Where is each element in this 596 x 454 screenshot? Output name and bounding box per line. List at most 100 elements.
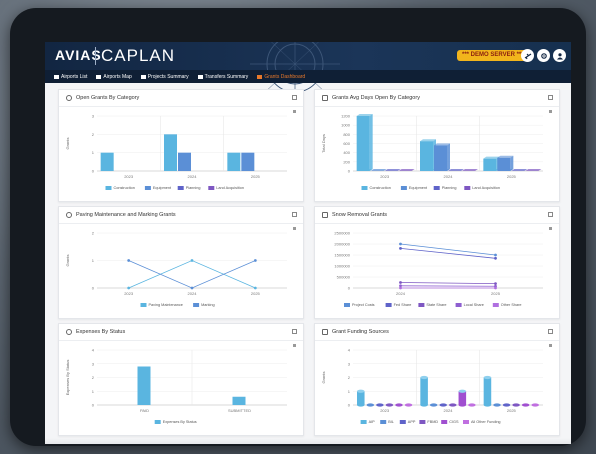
nav-grants-dashboard[interactable]: Grants Dashboard [257,74,305,80]
chart-menu-icon[interactable] [549,110,552,113]
legend-label[interactable]: APP [408,420,416,424]
legend-swatch[interactable] [464,186,471,190]
legend-label[interactable]: All Other Funding [471,420,501,424]
legend-label[interactable]: Paving Maintenance [149,303,183,307]
legend-swatch[interactable] [344,303,350,307]
chart-menu-icon[interactable] [549,344,552,347]
legend-label[interactable]: BIL [388,420,394,424]
legend-swatch[interactable] [455,303,462,307]
user-icon[interactable] [553,49,566,62]
expand-icon[interactable] [548,95,553,100]
expand-icon[interactable] [292,212,297,217]
chart-snow: 0 500000 1000000 1500000 2000000 2500000 2024 2… [334,227,552,307]
legend-label[interactable]: Other Share [501,303,522,307]
legend-swatch[interactable] [385,303,392,307]
expand-icon[interactable] [292,95,297,100]
legend-label[interactable]: State Share [426,303,446,307]
legend-label[interactable]: AIP [369,420,376,424]
legend-swatch[interactable] [360,420,367,424]
legend-swatch[interactable] [418,303,425,307]
legend-label[interactable]: CIGS [449,420,459,424]
chart-menu-icon[interactable] [293,344,296,347]
legend-label[interactable]: FBMD [427,420,438,424]
bar[interactable] [357,391,365,405]
data-point[interactable] [399,281,402,284]
bar[interactable] [241,152,255,171]
legend-swatch[interactable] [208,186,215,190]
chart-menu-icon[interactable] [549,227,552,230]
bar[interactable] [434,145,447,171]
nav-projects-summary[interactable]: Projects Summary [140,74,189,80]
bar[interactable] [356,116,370,171]
legend-swatch[interactable] [193,303,200,307]
nav-airports-list[interactable]: Airports List [54,74,87,80]
data-point[interactable] [494,286,497,290]
data-point[interactable] [127,259,131,262]
expand-icon[interactable] [548,329,553,334]
plane-icon[interactable] [521,49,534,62]
legend-swatch[interactable] [463,420,469,424]
legend-label[interactable]: Land Acquisition [472,186,500,190]
data-point[interactable] [127,286,131,290]
data-point[interactable] [494,253,497,257]
data-point[interactable] [253,286,257,290]
legend-label[interactable]: Construction [370,186,391,190]
bar[interactable] [483,377,492,406]
bar[interactable] [137,366,151,406]
expand-icon[interactable] [292,329,297,334]
data-point[interactable] [494,282,497,285]
data-point[interactable] [253,259,257,262]
settings-icon[interactable] [537,49,550,62]
data-point[interactable] [399,286,402,290]
legend-label[interactable]: Local Share [464,303,484,307]
bar[interactable] [100,152,114,171]
bar[interactable] [458,391,467,405]
bar[interactable] [420,141,433,171]
legend-label[interactable]: Equipment [409,186,428,190]
legend-label[interactable]: Equipment [153,186,172,190]
x-tick-label: 2023 [124,174,134,179]
bar[interactable] [178,152,191,171]
legend-swatch[interactable] [144,186,151,190]
chart-menu-icon[interactable] [293,110,296,113]
legend-swatch[interactable] [140,303,147,307]
legend-swatch[interactable] [419,420,426,424]
card-title: Grants Avg Days Open By Category [332,95,420,101]
legend-label[interactable]: Project Costs [352,303,375,307]
legend-swatch[interactable] [492,303,499,307]
legend-label[interactable]: Planning [442,186,457,190]
bar[interactable] [420,377,428,406]
legend-swatch[interactable] [380,420,387,424]
nav-airports-map[interactable]: Airports Map [96,74,132,80]
data-point[interactable] [190,286,194,290]
legend-swatch[interactable] [441,420,448,424]
legend-swatch[interactable] [154,420,161,424]
bar-side [369,114,373,171]
data-point[interactable] [399,242,402,246]
legend-swatch[interactable] [400,186,407,190]
bar-base [493,403,501,407]
data-point[interactable] [494,256,497,260]
expand-icon[interactable] [548,212,553,217]
chart-menu-icon[interactable] [293,227,296,230]
data-point[interactable] [190,259,194,262]
legend-swatch[interactable] [105,186,112,190]
legend-swatch[interactable] [177,186,184,190]
data-point[interactable] [399,247,402,250]
nav-transfers-summary[interactable]: Transfers Summary [197,74,248,80]
legend-label[interactable]: Expenses By Status [163,420,197,424]
legend-swatch[interactable] [399,420,406,424]
bar[interactable] [483,158,497,171]
legend-label[interactable]: Planning [186,186,201,190]
legend-swatch[interactable] [433,186,440,190]
legend-label[interactable]: Construction [114,186,135,190]
legend-swatch[interactable] [361,186,368,190]
bar[interactable] [164,134,177,171]
bar[interactable] [227,152,241,171]
card-grants-avg-days: Grants Avg Days Open By Category Total Da… [314,89,560,202]
legend-label[interactable]: Marking [201,303,215,307]
legend-label[interactable]: Land Acquisition [216,186,244,190]
bar[interactable] [232,396,246,405]
bar[interactable] [497,157,511,171]
legend-label[interactable]: Fed Share [394,303,412,307]
